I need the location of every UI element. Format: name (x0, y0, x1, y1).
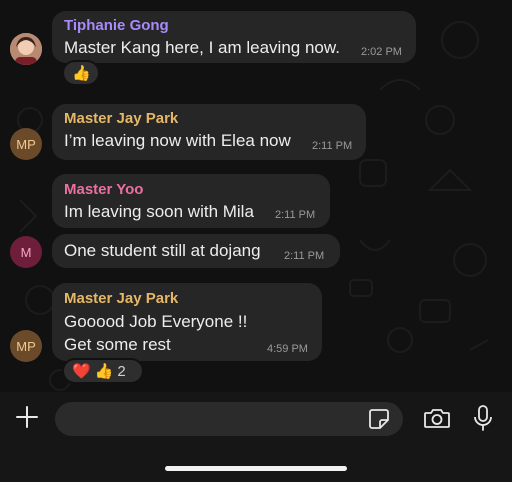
message-text: I’m leaving now with Elea now (64, 131, 291, 150)
message-text-line-1: Gooood Job Everyone !! (64, 312, 248, 331)
sender-name[interactable]: Master Jay Park (64, 290, 178, 307)
sticker-icon-glyph (369, 409, 389, 429)
message-time: 2:11 PM (275, 209, 316, 221)
heart-icon: ❤️ (72, 363, 91, 380)
reaction-pill[interactable]: 👍 (62, 60, 100, 86)
reaction-pill[interactable]: ❤️ 👍 2 (62, 358, 144, 384)
microphone-icon-glyph (474, 405, 492, 431)
message-text: Im leaving soon with Mila (64, 202, 254, 221)
chat-background: Tiphanie Gong Master Kang here, I am lea… (0, 0, 512, 392)
thumbs-up-icon: 👍 (72, 65, 91, 82)
sender-name[interactable]: Tiphanie Gong (64, 17, 169, 34)
message-text: Master Kang here, I am leaving now. (64, 38, 340, 57)
avatar-mp[interactable]: MP (10, 330, 42, 362)
camera-icon-glyph (424, 409, 450, 428)
avatar-initials: MP (16, 338, 36, 354)
reaction-count: 2 (117, 362, 126, 380)
sender-name[interactable]: Master Jay Park (64, 110, 178, 127)
message-text-line-2: Get some rest (64, 335, 171, 354)
camera-icon[interactable] (422, 404, 452, 432)
message-composer (0, 392, 512, 482)
plus-icon-glyph (16, 406, 38, 428)
message-time: 2:11 PM (284, 250, 325, 262)
avatar-m[interactable]: M (10, 236, 42, 268)
sender-name[interactable]: Master Yoo (64, 181, 143, 198)
home-indicator (165, 466, 347, 471)
message-time: 4:59 PM (267, 343, 308, 355)
avatar-tiphanie-gong[interactable] (10, 33, 42, 65)
sticker-icon[interactable] (366, 406, 392, 432)
avatar-initials: MP (16, 136, 36, 152)
microphone-icon[interactable] (470, 402, 496, 434)
thumbs-up-icon: 👍 (94, 363, 114, 380)
message-time: 2:11 PM (312, 140, 353, 152)
avatar-photo (10, 33, 42, 65)
message-text: One student still at dojang (64, 241, 261, 260)
message-time: 2:02 PM (361, 46, 402, 58)
plus-icon[interactable] (14, 404, 40, 430)
avatar-mp[interactable]: MP (10, 128, 42, 160)
avatar-initials: M (20, 244, 32, 260)
message-input[interactable] (55, 402, 403, 436)
